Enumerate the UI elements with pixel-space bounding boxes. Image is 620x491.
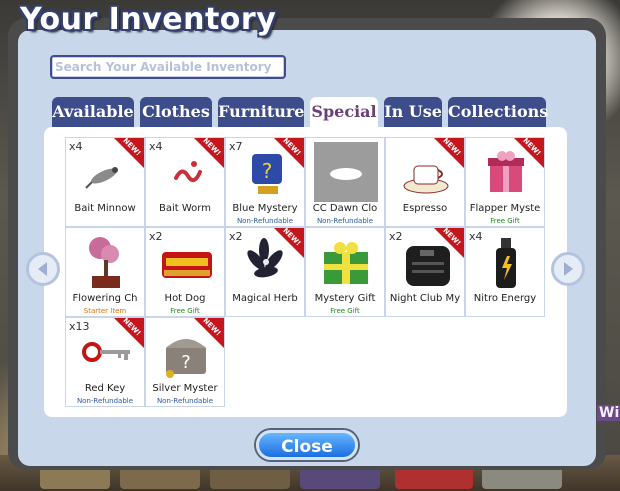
inventory-item[interactable]: x2 Hot Dog Free Gift xyxy=(145,227,225,317)
item-note: Free Gift xyxy=(490,217,520,225)
item-name: Bait Worm xyxy=(159,203,211,214)
item-quantity: x2 xyxy=(229,230,243,243)
item-note: Starter Item xyxy=(83,307,127,315)
item-quantity: x4 xyxy=(469,230,483,243)
item-note: Non-Refundable xyxy=(156,397,214,405)
item-note: Free Gift xyxy=(330,307,360,315)
item-name: Espresso xyxy=(402,203,448,214)
item-name: Nitro Energy xyxy=(473,293,537,304)
inventory-item[interactable]: x2 NEW! Magical Herb xyxy=(225,227,305,317)
item-quantity: x13 xyxy=(69,320,90,333)
item-quantity: x2 xyxy=(389,230,403,243)
prev-page-button[interactable] xyxy=(26,252,60,286)
tab-special[interactable]: Special xyxy=(310,97,378,129)
arrow-right-icon xyxy=(564,262,573,276)
inventory-item[interactable]: x2 NEW! Night Club My xyxy=(385,227,465,317)
inventory-item[interactable]: NEW! Flapper Myste Free Gift xyxy=(465,137,545,227)
background-label: Wi xyxy=(597,405,620,421)
hot-dog-icon xyxy=(154,232,218,292)
item-quantity: x4 xyxy=(149,140,163,153)
svg-text:?: ? xyxy=(181,352,191,373)
item-name: Bait Minnow xyxy=(74,203,136,214)
tab-in-use[interactable]: In Use xyxy=(384,97,442,127)
item-name: Hot Dog xyxy=(164,293,206,304)
item-note: Non-Refundable xyxy=(76,397,134,405)
inventory-item[interactable]: ? x7 NEW! Blue Mystery Non-Refundable xyxy=(225,137,305,227)
inventory-item[interactable]: x4 NEW! Bait Worm xyxy=(145,137,225,227)
item-quantity: x2 xyxy=(149,230,163,243)
cloud-icon xyxy=(314,142,378,202)
close-button[interactable]: Close xyxy=(256,430,358,460)
item-quantity: x4 xyxy=(69,140,83,153)
item-name: Flapper Myste xyxy=(469,203,541,214)
inventory-item[interactable]: Mystery Gift Free Gift xyxy=(305,227,385,317)
item-note: Free Gift xyxy=(170,307,200,315)
inventory-item[interactable]: x4 NEW! Bait Minnow xyxy=(65,137,145,227)
item-note: Non-Refundable xyxy=(316,217,374,225)
item-name: Red Key xyxy=(84,383,126,394)
item-name: Magical Herb xyxy=(232,293,298,304)
inventory-item[interactable]: NEW! Espresso xyxy=(385,137,465,227)
arrow-left-icon xyxy=(38,262,47,276)
energy-bottle-icon xyxy=(474,232,538,292)
item-name: Flowering Ch xyxy=(72,293,138,304)
inventory-item[interactable]: x13 NEW! Red Key Non-Refundable xyxy=(65,317,145,407)
tab-furniture[interactable]: Furniture xyxy=(218,97,304,127)
item-name: Mystery Gift xyxy=(314,293,376,304)
item-name: Blue Mystery xyxy=(232,203,298,214)
tab-clothes[interactable]: Clothes xyxy=(140,97,212,127)
dialog-title: Your Inventory xyxy=(20,2,277,37)
tab-collections[interactable]: Collections xyxy=(448,97,548,127)
item-name: Silver Myster xyxy=(152,383,218,394)
svg-text:?: ? xyxy=(262,159,273,183)
inventory-item[interactable]: Flowering Ch Starter Item xyxy=(65,227,145,317)
inventory-item[interactable]: ? NEW! Silver Myster Non-Refundable xyxy=(145,317,225,407)
next-page-button[interactable] xyxy=(551,252,585,286)
inventory-item[interactable]: x4 Nitro Energy xyxy=(465,227,545,317)
green-gift-icon xyxy=(314,232,378,292)
item-name: CC Dawn Clo xyxy=(312,203,378,214)
bonsai-tree-icon xyxy=(74,232,138,292)
item-note: Non-Refundable xyxy=(236,217,294,225)
item-quantity: x7 xyxy=(229,140,243,153)
search-input[interactable] xyxy=(50,55,286,79)
tab-available[interactable]: Available xyxy=(52,97,134,127)
inventory-item[interactable]: CC Dawn Clo Non-Refundable xyxy=(305,137,385,227)
item-name: Night Club My xyxy=(389,293,461,304)
